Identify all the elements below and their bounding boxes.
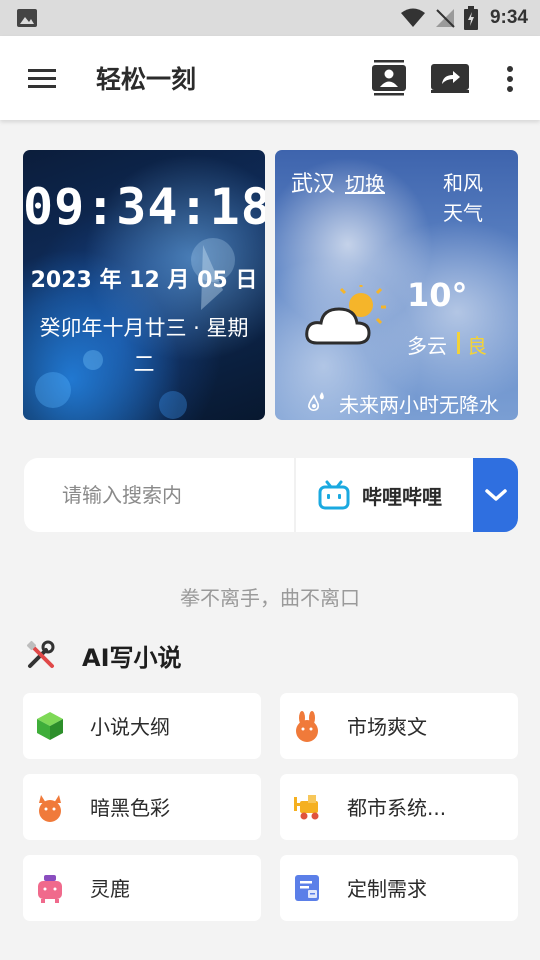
tile-label: 市场爽文 <box>347 715 427 739</box>
pink-deer-icon <box>38 875 62 903</box>
aqi-divider <box>457 332 460 354</box>
clock-card[interactable]: 09:34:18 2023 年 12 月 05 日 癸卯年十月廿三 · 星期二 <box>23 150 265 420</box>
clock-time: 09:34:18 <box>23 178 265 236</box>
partly-cloudy-icon <box>305 285 386 345</box>
more-options-icon[interactable] <box>500 64 520 94</box>
section-title: AI写小说 <box>82 644 182 672</box>
orange-creature-icon <box>39 795 61 822</box>
tile-market-novel[interactable]: 市场爽文 <box>280 693 518 759</box>
search-engine-selector[interactable]: 哔哩哔哩 <box>296 458 473 532</box>
page-title: 轻松一刻 <box>96 65 197 94</box>
battery-icon <box>463 6 478 30</box>
tile-spirit-deer[interactable]: 灵鹿 <box>23 855 261 921</box>
clock-lunar-date: 癸卯年十月廿三 · 星期二 <box>39 316 249 376</box>
weather-wind: 和风 天气 <box>443 168 503 228</box>
search-engine-label: 哔哩哔哩 <box>362 484 442 509</box>
slogan: 拳不离手，曲不离口 <box>180 586 360 610</box>
weather-card[interactable]: 武汉 切换 和风 天气 10° 多云 良 未来两小时无降水 <box>275 150 518 420</box>
search-bar: 哔哩哔哩 <box>24 458 518 532</box>
wind-line-2: 天气 <box>443 201 483 225</box>
tile-dark-color[interactable]: 暗黑色彩 <box>23 774 261 840</box>
tile-label: 小说大纲 <box>90 715 170 739</box>
tile-label: 都市系统... <box>347 796 447 820</box>
orange-bunny-icon <box>296 711 318 742</box>
document-edit-icon <box>295 875 319 901</box>
air-quality: 良 <box>467 334 487 358</box>
tile-label: 暗黑色彩 <box>90 796 170 820</box>
weather-condition: 多云 <box>407 334 447 358</box>
weather-city: 武汉 <box>291 172 336 197</box>
tile-label: 灵鹿 <box>90 877 130 901</box>
forklift-icon <box>294 795 319 820</box>
rain-forecast: 未来两小时无降水 <box>339 393 499 417</box>
temperature: 10° <box>407 276 468 314</box>
water-drop-icon <box>308 392 324 411</box>
wifi-icon <box>400 8 425 27</box>
tools-icon <box>26 640 55 668</box>
signal-icon <box>435 9 455 28</box>
gallery-icon <box>17 9 37 27</box>
contact-card-icon[interactable] <box>372 60 406 96</box>
clock-date: 2023 年 12 月 05 日 <box>30 268 258 293</box>
app-bar: 轻松一刻 <box>0 36 540 120</box>
tile-custom-request[interactable]: 定制需求 <box>280 855 518 921</box>
wind-line-1: 和风 <box>443 171 483 195</box>
search-input[interactable] <box>24 458 294 532</box>
tile-novel-outline[interactable]: 小说大纲 <box>23 693 261 759</box>
switch-city-link[interactable]: 切换 <box>345 168 385 197</box>
chevron-down-icon <box>484 489 507 501</box>
share-screen-icon[interactable] <box>431 64 469 94</box>
green-cube-icon <box>37 712 63 740</box>
tile-label: 定制需求 <box>347 877 427 901</box>
menu-icon[interactable] <box>26 66 58 90</box>
bilibili-icon <box>318 480 350 510</box>
status-bar: 9:34 <box>0 0 540 36</box>
status-time: 9:34 <box>489 7 528 28</box>
status-right: 9:34 <box>400 6 528 30</box>
tile-urban-system[interactable]: 都市系统... <box>280 774 518 840</box>
engine-dropdown-button[interactable] <box>473 458 518 532</box>
